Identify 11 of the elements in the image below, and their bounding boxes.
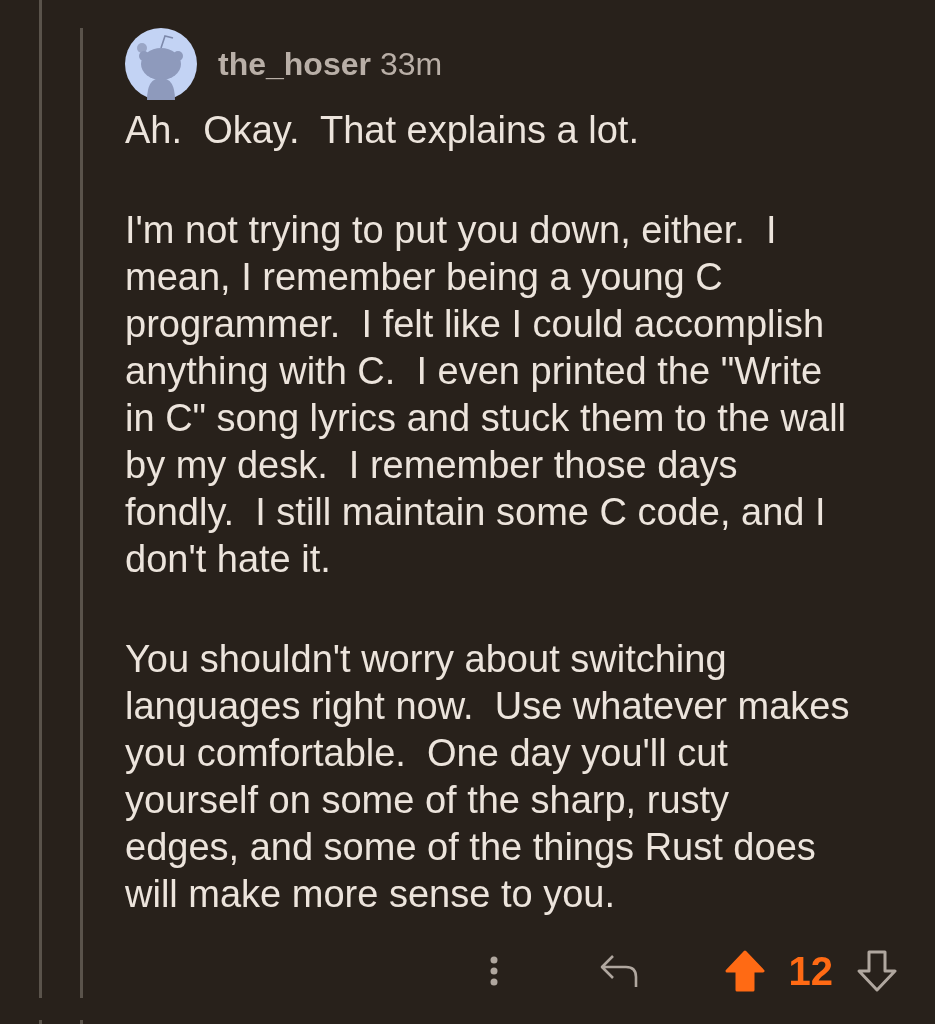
- comment-paragraph: I'm not trying to put you down, either. I mean, I remember being a young C programmer. I felt like I could accomplish anything with C. I even printed the "Write in C" song lyrics and stuck them to the wall by my desk. I remember those days fondly. I still maintain some C code, and I don't hate it.: [125, 208, 848, 582]
- upvote-icon[interactable]: [724, 950, 765, 992]
- reply-icon[interactable]: [598, 954, 639, 988]
- comment-paragraph: You shouldn't worry about switching languages right now. Use whatever makes you comfortable. One day you'll cut yourself on some of the sharp, rusty edges, and some of the things Rust does will make more sense to you.: [125, 637, 851, 917]
- more-icon[interactable]: [488, 956, 499, 986]
- downvote-icon[interactable]: [857, 950, 897, 992]
- vote-count: 12: [788, 951, 833, 991]
- avatar-icon[interactable]: [125, 28, 197, 100]
- timestamp: 33m: [379, 45, 443, 83]
- username[interactable]: the_hoser: [218, 45, 371, 83]
- comment-paragraph: Ah. Okay. That explains a lot.: [125, 108, 640, 153]
